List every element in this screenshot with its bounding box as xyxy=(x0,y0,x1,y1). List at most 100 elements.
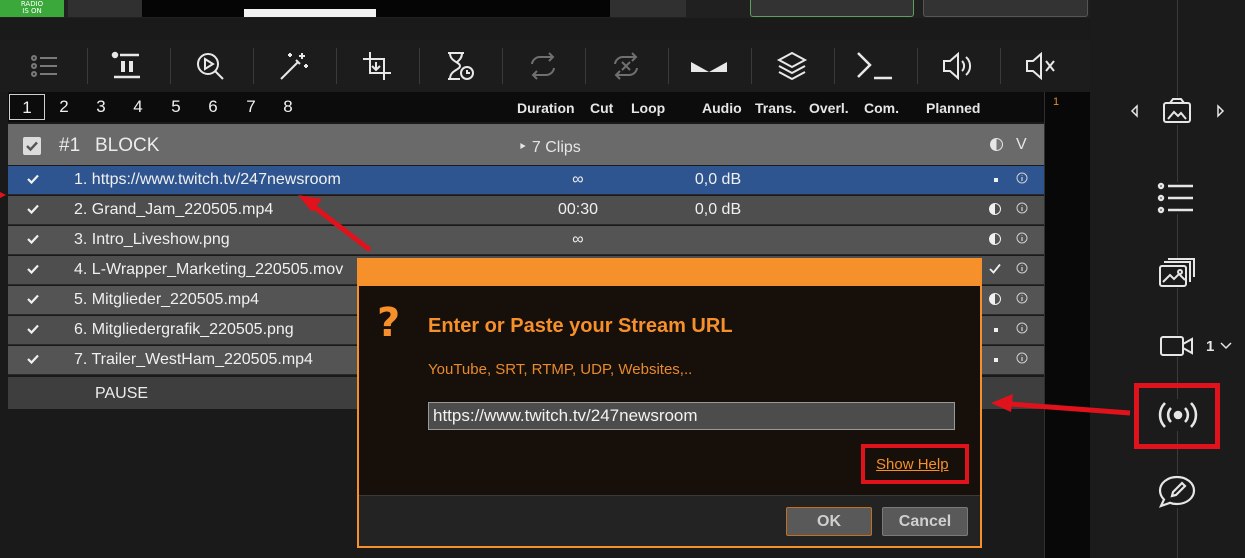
collapse-chevron-icon[interactable]: V xyxy=(1016,136,1027,154)
tab-3[interactable]: 3 xyxy=(83,94,119,120)
playhead-marker-icon xyxy=(0,192,6,198)
dot-icon[interactable] xyxy=(988,172,1004,188)
image-source-icon[interactable] xyxy=(1162,97,1192,125)
layers-icon[interactable] xyxy=(776,50,808,82)
toolbar-separator xyxy=(502,48,503,84)
toolbar-separator xyxy=(1000,48,1001,84)
check-icon[interactable] xyxy=(26,262,40,276)
column-overlay[interactable]: Overl. xyxy=(809,100,849,116)
info-icon[interactable] xyxy=(1016,172,1030,186)
search-play-icon[interactable] xyxy=(194,50,226,82)
annotation-box-show-help xyxy=(861,444,969,484)
toolbar-separator xyxy=(834,48,835,84)
chevron-right-icon[interactable] xyxy=(1216,104,1226,118)
ok-button[interactable]: OK xyxy=(786,507,872,536)
magic-wand-icon[interactable] xyxy=(278,50,310,82)
block-name: BLOCK xyxy=(95,135,160,156)
timeline-gutter: 1 xyxy=(1044,92,1090,558)
column-audio[interactable]: Audio xyxy=(702,100,742,116)
toolbar-separator xyxy=(917,48,918,84)
tab-2[interactable]: 2 xyxy=(46,94,82,120)
table-row[interactable]: 2. Grand_Jam_220505.mp4 00:30 0,0 dB xyxy=(8,196,1044,225)
tab-8[interactable]: 8 xyxy=(270,94,306,120)
check-icon[interactable] xyxy=(26,292,40,306)
toolbar-separator xyxy=(419,48,420,84)
camera-icon[interactable] xyxy=(1159,335,1195,357)
column-duration[interactable]: Duration xyxy=(517,100,575,116)
annotation-box-stream-icon xyxy=(1134,383,1220,449)
check-icon[interactable] xyxy=(26,202,40,216)
playlist-view-icon[interactable] xyxy=(1157,182,1195,214)
toolbar-separator xyxy=(668,48,669,84)
cancel-button[interactable]: Cancel xyxy=(882,507,968,536)
row-name: 6. Mitgliedergrafik_220505.png xyxy=(74,321,294,338)
dialog-heading: Enter or Paste your Stream URL xyxy=(428,315,733,337)
half-circle-icon[interactable] xyxy=(988,202,1004,218)
row-duration: ∞ xyxy=(572,171,584,188)
block-checkbox[interactable] xyxy=(23,137,41,155)
toolbar-separator xyxy=(170,48,171,84)
list-icon[interactable] xyxy=(29,50,61,82)
planned-check-icon[interactable] xyxy=(988,262,1004,278)
info-icon[interactable] xyxy=(1016,262,1030,276)
chevron-left-icon[interactable] xyxy=(1129,104,1139,118)
top-button-primary[interactable] xyxy=(750,0,914,17)
half-circle-icon[interactable] xyxy=(990,138,1003,151)
block-clip-count[interactable]: ‣ 7 Clips xyxy=(518,137,581,157)
transition-icon[interactable] xyxy=(690,50,728,82)
preview-slot-left xyxy=(68,0,142,17)
column-transition[interactable]: Trans. xyxy=(755,100,796,116)
question-icon: ? xyxy=(377,300,401,346)
timer-icon[interactable] xyxy=(444,50,476,82)
row-duration: 00:30 xyxy=(557,201,599,218)
camera-count[interactable]: 1 xyxy=(1206,338,1214,355)
volume-icon[interactable] xyxy=(941,50,973,82)
block-number: #1 xyxy=(59,135,81,156)
toolbar-separator xyxy=(336,48,337,84)
chevron-down-icon[interactable] xyxy=(1220,341,1232,351)
column-command[interactable]: Com. xyxy=(864,100,899,116)
toolbar xyxy=(0,40,1090,92)
info-icon[interactable] xyxy=(1016,202,1030,216)
preview-monitor xyxy=(142,0,610,17)
comment-edit-icon[interactable] xyxy=(1157,474,1197,508)
table-row[interactable]: 3. Intro_Liveshow.png ∞ xyxy=(8,226,1044,255)
dialog-title-bar[interactable] xyxy=(359,260,980,286)
loop-off-icon[interactable] xyxy=(610,50,642,82)
crop-icon[interactable] xyxy=(361,50,393,82)
info-icon[interactable] xyxy=(1016,232,1030,246)
media-library-icon[interactable] xyxy=(1158,258,1196,288)
check-icon[interactable] xyxy=(26,172,40,186)
column-cut[interactable]: Cut xyxy=(590,100,613,116)
stream-url-input[interactable] xyxy=(428,402,955,430)
half-circle-icon[interactable] xyxy=(988,292,1004,308)
column-planned[interactable]: Planned xyxy=(926,100,980,116)
half-circle-icon[interactable] xyxy=(988,232,1004,248)
info-icon[interactable] xyxy=(1016,322,1030,336)
check-icon[interactable] xyxy=(26,232,40,246)
tab-4[interactable]: 4 xyxy=(120,94,156,120)
dot-icon[interactable] xyxy=(988,322,1004,338)
info-icon[interactable] xyxy=(1016,352,1030,366)
tab-6[interactable]: 6 xyxy=(195,94,231,120)
row-duration: ∞ xyxy=(572,231,584,248)
dot-icon[interactable] xyxy=(988,352,1004,368)
preview-slot-right xyxy=(610,0,686,17)
loop-icon[interactable] xyxy=(527,50,559,82)
command-icon[interactable] xyxy=(856,50,894,82)
row-name: 5. Mitglieder_220505.mp4 xyxy=(74,291,260,308)
tab-1[interactable]: 1 xyxy=(9,94,45,120)
info-icon[interactable] xyxy=(1016,292,1030,306)
tab-5[interactable]: 5 xyxy=(158,94,194,120)
top-button-secondary[interactable] xyxy=(923,0,1088,17)
mute-icon[interactable] xyxy=(1024,50,1056,82)
toolbar-separator xyxy=(87,48,88,84)
row-name: 2. Grand_Jam_220505.mp4 xyxy=(74,201,274,218)
pause-block-icon[interactable] xyxy=(111,50,143,82)
check-icon[interactable] xyxy=(26,322,40,336)
tab-7[interactable]: 7 xyxy=(233,94,269,120)
block-header[interactable]: #1 BLOCK ‣ 7 Clips V xyxy=(8,124,1044,165)
check-icon[interactable] xyxy=(26,352,40,366)
column-loop[interactable]: Loop xyxy=(631,100,665,116)
table-row[interactable]: 1. https://www.twitch.tv/247newsroom ∞ 0,0… xyxy=(8,166,1044,195)
